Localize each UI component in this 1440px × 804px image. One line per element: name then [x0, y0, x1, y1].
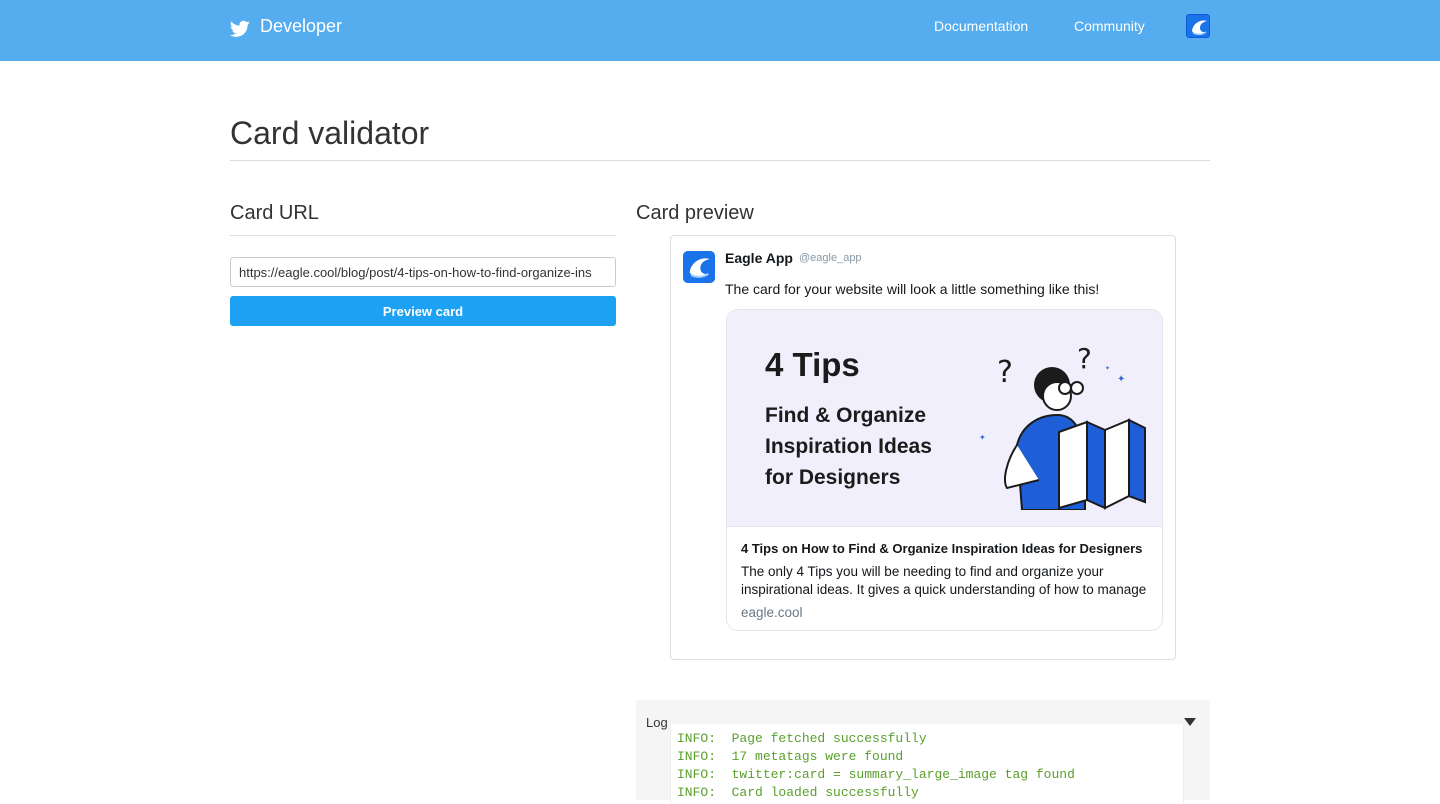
log-panel: Log INFO: Page fetched successfully INFO… [636, 700, 1210, 804]
tweet-avatar [683, 251, 715, 283]
brand-label: Developer [260, 16, 343, 36]
twitter-bird-icon [230, 20, 250, 37]
link-card[interactable]: 4 Tips Find & Organize Inspiration Ideas… [726, 309, 1163, 631]
card-description-line: The only 4 Tips you will be needing to f… [741, 564, 1104, 579]
user-avatar[interactable] [1186, 14, 1210, 38]
title-divider [230, 160, 1210, 161]
card-url-input[interactable] [230, 257, 616, 287]
card-description-line: inspirational ideas. It gives a quick un… [741, 582, 1147, 597]
brand-link[interactable]: Developer [230, 15, 342, 38]
card-image-line: for Designers [765, 466, 901, 489]
card-image-subtitle: Find & Organize Inspiration Ideas for De… [765, 400, 985, 493]
eagle-logo-icon [1187, 15, 1209, 37]
card-title: 4 Tips on How to Find & Organize Inspira… [741, 541, 1143, 556]
nav-documentation-link[interactable]: Documentation [934, 18, 1028, 34]
preview-card-button[interactable]: Preview card [230, 296, 616, 326]
log-line: INFO: twitter:card = summary_large_image… [677, 767, 1075, 782]
card-url-heading: Card URL [230, 202, 319, 224]
card-image-line: Find & Organize [765, 404, 927, 427]
card-image-line: Inspiration Ideas [765, 435, 932, 458]
caret-down-icon[interactable] [1184, 718, 1196, 726]
card-preview-heading: Card preview [636, 202, 754, 224]
log-line: INFO: Card loaded successfully [677, 785, 919, 800]
tweet-author-name: Eagle App [725, 250, 793, 266]
card-image: 4 Tips Find & Organize Inspiration Ideas… [727, 310, 1162, 527]
top-nav-bar: Developer Documentation Community [0, 0, 1440, 61]
card-domain: eagle.cool [741, 605, 803, 620]
svg-text:✦: ✦ [1117, 374, 1125, 385]
nav-community-link[interactable]: Community [1074, 18, 1145, 34]
svg-text:✦: ✦ [979, 433, 986, 442]
log-label: Log [646, 715, 668, 730]
designer-binoculars-illustration: ? ? ✦ ✦ ✦ [979, 342, 1146, 510]
card-image-heading: 4 Tips [765, 346, 860, 383]
card-url-divider [230, 235, 616, 236]
card-description: The only 4 Tips you will be needing to f… [741, 563, 1153, 599]
eagle-logo-icon [683, 251, 715, 283]
log-content[interactable]: INFO: Page fetched successfully INFO: 17… [670, 724, 1184, 804]
svg-text:✦: ✦ [1105, 365, 1110, 372]
tweet-preview: Eagle App @eagle_app The card for your w… [670, 235, 1176, 660]
tweet-text: The card for your website will look a li… [725, 281, 1100, 297]
log-line: INFO: 17 metatags were found [677, 749, 904, 764]
svg-text:?: ? [997, 355, 1013, 390]
tweet-author-handle: @eagle_app [799, 252, 862, 264]
svg-text:?: ? [1077, 342, 1092, 375]
page-title: Card validator [230, 115, 430, 151]
log-line: INFO: Page fetched successfully [677, 731, 927, 746]
